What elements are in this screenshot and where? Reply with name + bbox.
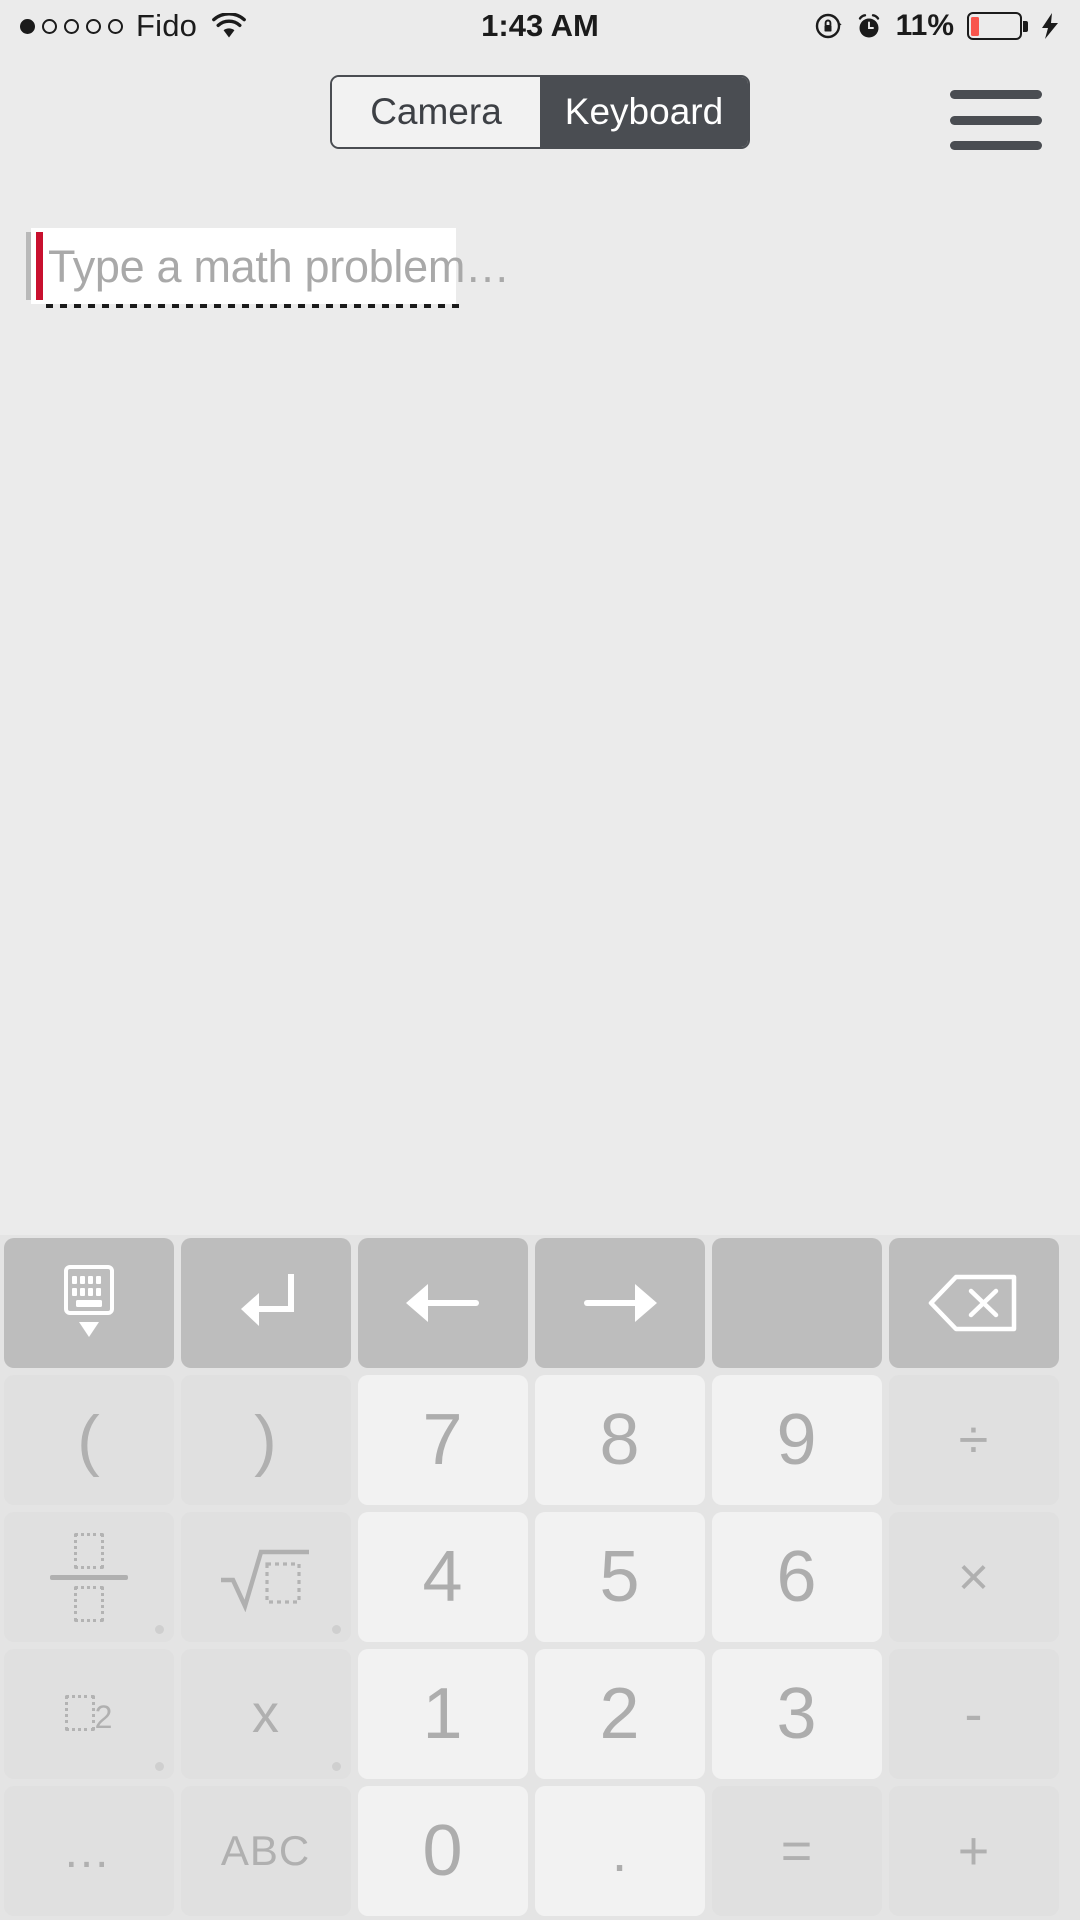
plus-label: + <box>957 1821 990 1881</box>
fraction-numerator-box <box>73 1532 104 1569</box>
hamburger-menu-icon[interactable] <box>950 90 1042 150</box>
mode-segmented-control[interactable]: Camera Keyboard <box>330 75 750 149</box>
minus-key[interactable]: - <box>888 1649 1059 1779</box>
minus-label: - <box>964 1684 983 1744</box>
digit-8-key[interactable]: 8 <box>534 1375 705 1505</box>
more-symbols-key[interactable]: … <box>3 1786 174 1916</box>
hamburger-line-1 <box>950 90 1042 99</box>
cursor-left-key[interactable] <box>357 1238 528 1368</box>
digit-0-key[interactable]: 0 <box>357 1786 528 1916</box>
cursor-right-key[interactable] <box>534 1238 705 1368</box>
open-paren-key[interactable]: ( <box>3 1375 174 1505</box>
abc-key[interactable]: ABC <box>180 1786 351 1916</box>
divide-key[interactable]: ÷ <box>888 1375 1059 1505</box>
digit-9-label: 9 <box>776 1400 817 1480</box>
power-key[interactable]: 2 <box>3 1649 174 1779</box>
power-icon: 2 <box>64 1695 113 1735</box>
tab-keyboard[interactable]: Keyboard <box>540 77 748 147</box>
digit-6-key[interactable]: 6 <box>711 1512 882 1642</box>
variable-x-key[interactable]: x <box>180 1649 351 1779</box>
decimal-point-key[interactable]: . <box>534 1786 705 1916</box>
hamburger-line-3 <box>950 141 1042 150</box>
fraction-key[interactable] <box>3 1512 174 1642</box>
digit-8-label: 8 <box>599 1400 640 1480</box>
nav-bar: Camera Keyboard <box>0 52 1080 172</box>
text-cursor <box>36 232 43 300</box>
input-dotted-underline <box>46 304 460 308</box>
tab-camera[interactable]: Camera <box>332 77 540 147</box>
digit-4-label: 4 <box>422 1537 463 1617</box>
battery-icon <box>967 12 1028 40</box>
return-arrow-icon <box>229 1269 303 1337</box>
digit-6-label: 6 <box>776 1537 817 1617</box>
math-keyboard: ( ) 7 8 9 ÷ 4 5 6 × 2 x 1 2 3 - … ABC 0 … <box>0 1235 1080 1920</box>
arrow-right-icon <box>579 1276 661 1330</box>
variable-x-label: x <box>252 1684 279 1744</box>
keyboard-row-123: 2 x 1 2 3 - <box>0 1646 1080 1783</box>
hamburger-line-2 <box>950 115 1042 125</box>
keyboard-row-bottom: … ABC 0 . = + <box>0 1783 1080 1920</box>
status-bar: Fido 1:43 AM 11% <box>0 0 1080 52</box>
decimal-point-label: . <box>611 1819 628 1883</box>
battery-cap <box>1023 21 1028 32</box>
math-input-placeholder: Type a math problem… <box>48 241 510 292</box>
open-paren-label: ( <box>77 1402 100 1478</box>
digit-2-key[interactable]: 2 <box>534 1649 705 1779</box>
power-base-box <box>64 1695 95 1731</box>
blank-key[interactable] <box>711 1238 882 1368</box>
digit-5-label: 5 <box>599 1537 640 1617</box>
digit-4-key[interactable]: 4 <box>357 1512 528 1642</box>
digit-3-label: 3 <box>776 1674 817 1754</box>
power-exponent: 2 <box>94 1699 113 1735</box>
arrow-left-icon <box>402 1276 484 1330</box>
status-bar-right: 11% <box>814 0 1062 52</box>
more-symbols-label: … <box>62 1824 115 1878</box>
keyboard-row-456: 4 5 6 × <box>0 1509 1080 1646</box>
backspace-icon <box>926 1272 1022 1334</box>
equals-key[interactable]: = <box>711 1786 882 1916</box>
digit-2-label: 2 <box>599 1674 640 1754</box>
digit-7-key[interactable]: 7 <box>357 1375 528 1505</box>
battery-percentage: 11% <box>895 9 954 42</box>
hide-keyboard-key[interactable] <box>3 1238 174 1368</box>
digit-0-label: 0 <box>422 1811 463 1891</box>
close-paren-label: ) <box>254 1402 277 1478</box>
keyboard-row-789: ( ) 7 8 9 ÷ <box>0 1372 1080 1509</box>
longpress-indicator <box>331 1625 341 1634</box>
digit-7-label: 7 <box>422 1400 463 1480</box>
fraction-denominator-box <box>73 1585 104 1622</box>
plus-key[interactable]: + <box>888 1786 1059 1916</box>
keyboard-row-function <box>0 1235 1080 1372</box>
digit-9-key[interactable]: 9 <box>711 1375 882 1505</box>
multiply-label: × <box>957 1547 990 1607</box>
close-paren-key[interactable]: ) <box>180 1375 351 1505</box>
square-root-key[interactable] <box>180 1512 351 1642</box>
digit-1-label: 1 <box>422 1674 463 1754</box>
rotation-lock-icon <box>814 11 844 41</box>
app-root: Fido 1:43 AM 11% Camera Keyboard Type a … <box>0 0 1080 1920</box>
abc-label: ABC <box>220 1827 311 1874</box>
return-key[interactable] <box>180 1238 351 1368</box>
work-area <box>0 310 1080 1230</box>
square-root-icon <box>217 1542 315 1612</box>
digit-1-key[interactable]: 1 <box>357 1649 528 1779</box>
longpress-indicator <box>331 1762 341 1771</box>
longpress-indicator <box>154 1625 164 1634</box>
longpress-indicator <box>154 1762 164 1771</box>
multiply-key[interactable]: × <box>888 1512 1059 1642</box>
digit-5-key[interactable]: 5 <box>534 1512 705 1642</box>
lightning-bolt-icon <box>1038 11 1062 41</box>
battery-fill <box>971 16 979 36</box>
fraction-bar <box>49 1574 128 1580</box>
backspace-key[interactable] <box>888 1238 1059 1368</box>
divide-label: ÷ <box>958 1410 989 1470</box>
alarm-clock-icon <box>855 12 883 40</box>
digit-3-key[interactable]: 3 <box>711 1649 882 1779</box>
math-input-area[interactable]: Type a math problem… <box>0 228 1080 308</box>
fraction-icon <box>49 1532 128 1622</box>
equals-label: = <box>780 1821 813 1881</box>
hide-keyboard-icon <box>52 1263 126 1343</box>
